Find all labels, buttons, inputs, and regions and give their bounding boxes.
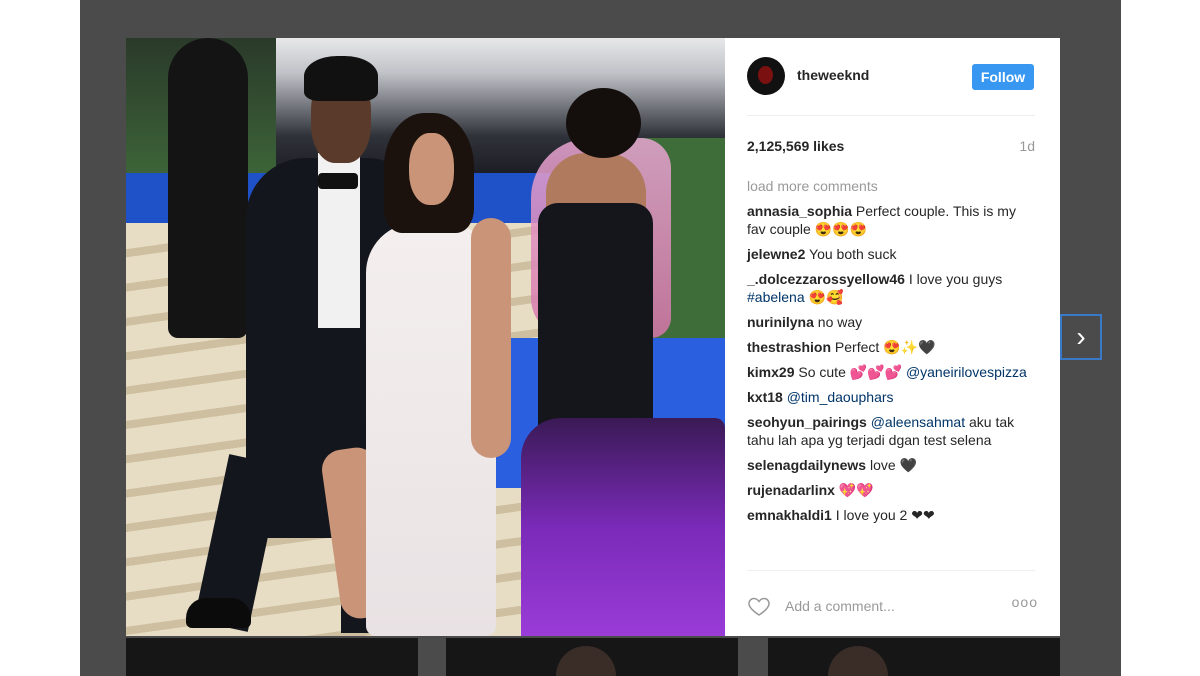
comment-item: rujenadarlinx 💖💖	[747, 481, 1037, 499]
follow-button[interactable]: Follow	[972, 64, 1034, 90]
clipped-comment: — — — — — — — — — — — — — — — —	[747, 566, 1037, 572]
comment-username[interactable]: emnakhaldi1	[747, 507, 832, 523]
comment-username[interactable]: rujenadarlinx	[747, 482, 835, 498]
comment-text: I love you 2 ❤❤	[831, 507, 935, 523]
comment-username[interactable]: thestrashion	[747, 339, 831, 355]
comment-item: seohyun_pairings @aleensahmat aku tak ta…	[747, 413, 1037, 449]
heart-icon[interactable]	[747, 594, 771, 618]
comment-username[interactable]: kxt18	[747, 389, 783, 405]
comment-bar: ooo	[725, 586, 1060, 636]
post-photo[interactable]	[126, 38, 725, 636]
grid-thumbnail[interactable]	[768, 638, 1060, 676]
comment-text: I love you guys	[904, 271, 1003, 287]
likes-count[interactable]: 2,125,569 likes	[747, 138, 844, 154]
comment-item: thestrashion Perfect 😍✨🖤	[747, 338, 1037, 356]
add-comment-input[interactable]	[783, 592, 977, 620]
comments-list: annasia_sophia Perfect couple. This is m…	[747, 202, 1037, 531]
avatar[interactable]	[747, 57, 785, 95]
post-header: theweeknd Follow	[725, 38, 1060, 115]
grid-thumbnail[interactable]	[126, 638, 418, 676]
comment-username[interactable]: kimx29	[747, 364, 794, 380]
load-more-comments-link[interactable]: load more comments	[747, 178, 878, 194]
comment-text: So cute 💕💕💕	[794, 364, 906, 380]
comment-text: You both suck	[805, 246, 897, 262]
comment-item: kimx29 So cute 💕💕💕 @yaneirilovespizza	[747, 363, 1037, 381]
comment-item: _.dolcezzarossyellow46 I love you guys #…	[747, 270, 1037, 306]
divider	[747, 570, 1035, 571]
comment-item: emnakhaldi1 I love you 2 ❤❤	[747, 506, 1037, 524]
comment-username[interactable]: selenagdailynews	[747, 457, 866, 473]
comment-item: selenagdailynews love 🖤	[747, 456, 1037, 474]
comment-item: kxt18 @tim_daouphars	[747, 388, 1037, 406]
comment-item: jelewne2 You both suck	[747, 245, 1037, 263]
comment-item: nurinilyna no way	[747, 313, 1037, 331]
comment-text: no way	[813, 314, 863, 330]
post-age[interactable]: 1d	[1019, 138, 1035, 154]
comment-text: 😍🥰	[804, 289, 844, 305]
comment-username[interactable]: jelewne2	[747, 246, 805, 262]
post-sidebar: theweeknd Follow 2,125,569 likes 1d load…	[725, 38, 1060, 636]
comment-mention-link[interactable]: @aleensahmat	[871, 414, 965, 430]
comment-text: love 🖤	[866, 457, 917, 473]
comment-username[interactable]: seohyun_pairings	[747, 414, 867, 430]
comment-item: annasia_sophia Perfect couple. This is m…	[747, 202, 1037, 238]
post-username[interactable]: theweeknd	[797, 67, 869, 83]
comment-username[interactable]: nurinilyna	[747, 314, 814, 330]
comment-username[interactable]: annasia_sophia	[747, 203, 852, 219]
post-modal: theweeknd Follow 2,125,569 likes 1d load…	[126, 38, 1060, 636]
chevron-right-icon[interactable]: ›	[1060, 314, 1102, 360]
grid-thumbnail[interactable]	[446, 638, 738, 676]
comment-text: Perfect 😍✨🖤	[831, 339, 936, 355]
comment-username[interactable]: _.dolcezzarossyellow46	[747, 271, 905, 287]
divider	[747, 115, 1035, 116]
comment-mention-link[interactable]: @yaneirilovespizza	[906, 364, 1027, 380]
comment-mention-link[interactable]: #abelena	[747, 289, 805, 305]
comment-mention-link[interactable]: @tim_daouphars	[787, 389, 894, 405]
background-grid	[126, 638, 1060, 676]
comment-text: 💖💖	[834, 482, 874, 498]
more-options-icon[interactable]: ooo	[1012, 594, 1038, 610]
